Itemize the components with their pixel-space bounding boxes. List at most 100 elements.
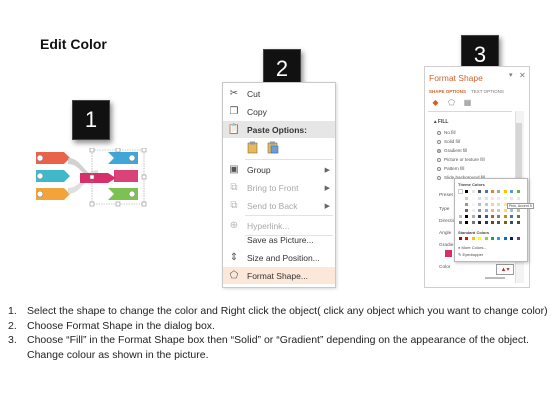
theme-color-swatch[interactable] (470, 189, 476, 194)
menu-item-save-as-picture[interactable]: Save as Picture... (223, 231, 335, 248)
instruction-item: 2. Choose Format Shape in the dialog box. (8, 319, 554, 334)
position-slider[interactable] (485, 277, 505, 279)
theme-color-swatch[interactable] (458, 202, 463, 207)
fill-option-solid[interactable]: Solid fill (437, 139, 460, 144)
gradient-stop[interactable] (445, 250, 452, 257)
menu-item-send-to-back[interactable]: ⧉ Send to Back ▶ (223, 197, 335, 214)
theme-color-swatch[interactable] (458, 208, 463, 213)
tab-text-options[interactable]: TEXT OPTIONS (471, 89, 504, 94)
theme-color-swatch[interactable] (458, 189, 463, 194)
theme-color-swatch[interactable] (483, 214, 489, 219)
standard-color-swatch[interactable] (509, 236, 515, 241)
more-colors-item[interactable]: ● More Colors... (458, 245, 487, 250)
theme-color-swatch[interactable] (470, 208, 476, 213)
theme-color-swatch[interactable] (490, 202, 495, 207)
theme-color-swatch[interactable] (458, 220, 463, 225)
theme-color-swatch[interactable] (509, 220, 515, 225)
effects-icon[interactable]: ⬠ (447, 98, 456, 107)
paste-picture-icon[interactable] (267, 141, 279, 154)
standard-color-swatch[interactable] (477, 236, 483, 241)
fill-section-heading[interactable]: ▴ FILL (434, 119, 448, 125)
fill-line-icon[interactable]: ◆ (431, 98, 440, 107)
menu-item-cut[interactable]: ✂ Cut (223, 85, 335, 102)
gradient-stops-label: Gradie (439, 243, 454, 248)
theme-color-swatch[interactable] (464, 189, 470, 194)
standard-color-swatch[interactable] (458, 236, 463, 241)
theme-color-swatch[interactable] (515, 196, 521, 201)
close-icon[interactable]: ✕ (519, 71, 526, 80)
fill-option-picture[interactable]: Picture or texture fill (437, 157, 485, 162)
theme-color-swatch[interactable] (470, 202, 476, 207)
theme-color-swatch[interactable] (477, 214, 483, 219)
menu-paste-options-header: 📋 Paste Options: (223, 121, 335, 138)
theme-color-swatch[interactable] (477, 220, 483, 225)
theme-color-swatch[interactable] (509, 189, 515, 194)
theme-color-swatch[interactable] (496, 202, 502, 207)
theme-color-swatch[interactable] (496, 214, 502, 219)
standard-color-swatch[interactable] (490, 236, 495, 241)
theme-color-swatch[interactable] (477, 208, 483, 213)
theme-color-swatch[interactable] (464, 202, 470, 207)
theme-color-swatch[interactable] (458, 214, 463, 219)
eyedropper-item[interactable]: ✎ Eyedropper (458, 252, 483, 257)
theme-color-swatch[interactable] (458, 196, 463, 201)
standard-color-swatch[interactable] (483, 236, 489, 241)
theme-color-swatch[interactable] (490, 189, 495, 194)
menu-item-bring-to-front[interactable]: ⧉ Bring to Front ▶ (223, 179, 335, 196)
theme-color-swatch[interactable] (464, 196, 470, 201)
menu-item-format-shape[interactable]: ⬠ Format Shape... (223, 267, 335, 284)
fill-option-pattern[interactable]: Pattern fill (437, 166, 464, 171)
theme-color-swatch[interactable] (502, 196, 508, 201)
theme-color-swatch[interactable] (515, 220, 521, 225)
dropdown-arrow-icon[interactable]: ▾ (509, 71, 513, 79)
theme-color-swatch[interactable] (477, 196, 483, 201)
selected-shape-graphic[interactable] (30, 147, 150, 210)
theme-color-swatch[interactable] (509, 214, 515, 219)
menu-item-group[interactable]: ▣ Group ▶ (223, 161, 335, 178)
fill-option-no-fill[interactable]: No fill (437, 130, 456, 135)
menu-item-copy[interactable]: ❐ Copy (223, 103, 335, 120)
theme-color-swatch[interactable] (502, 189, 508, 194)
theme-color-swatch[interactable] (470, 220, 476, 225)
standard-color-swatch[interactable] (502, 236, 508, 241)
fill-option-gradient[interactable]: Gradient fill (437, 148, 467, 153)
theme-color-swatch[interactable] (477, 189, 483, 194)
standard-color-swatch[interactable] (496, 236, 502, 241)
theme-color-swatch[interactable] (483, 208, 489, 213)
theme-color-swatch[interactable] (490, 214, 495, 219)
color-picker-popup: Theme Colors Pink, Accent 5 Standard Col… (454, 178, 534, 262)
theme-color-swatch[interactable] (509, 196, 515, 201)
theme-color-swatch[interactable] (483, 202, 489, 207)
theme-color-swatch[interactable] (515, 214, 521, 219)
size-properties-icon[interactable]: ▦ (463, 98, 472, 107)
theme-color-swatch[interactable] (490, 220, 495, 225)
theme-color-swatch[interactable] (464, 214, 470, 219)
theme-color-swatch[interactable] (464, 208, 470, 213)
tab-shape-options[interactable]: SHAPE OPTIONS (429, 89, 466, 94)
theme-color-swatch[interactable] (477, 202, 483, 207)
theme-color-swatch[interactable] (496, 220, 502, 225)
standard-color-swatch[interactable] (464, 236, 470, 241)
theme-color-swatch[interactable] (496, 196, 502, 201)
theme-color-swatch[interactable] (483, 220, 489, 225)
theme-color-swatch[interactable] (490, 196, 495, 201)
standard-color-row[interactable] (458, 236, 524, 242)
instructions-list: 1. Select the shape to change the color a… (8, 304, 554, 362)
standard-color-swatch[interactable] (470, 236, 476, 241)
theme-color-swatch[interactable] (470, 214, 476, 219)
theme-color-swatch[interactable] (502, 214, 508, 219)
paste-keep-formatting-icon[interactable] (247, 141, 259, 154)
theme-color-swatch[interactable] (470, 196, 476, 201)
standard-color-swatch[interactable] (515, 236, 521, 241)
color-dropdown-button[interactable]: ▲▾ (496, 264, 514, 275)
menu-item-size-and-position[interactable]: ⇕ Size and Position... (223, 249, 335, 266)
color-wheel-icon: ● (458, 245, 461, 250)
theme-color-swatch[interactable] (515, 189, 521, 194)
theme-color-swatch[interactable] (490, 208, 495, 213)
theme-color-swatch[interactable] (502, 220, 508, 225)
theme-color-swatch[interactable] (496, 189, 502, 194)
theme-color-swatch[interactable] (496, 208, 502, 213)
theme-color-swatch[interactable] (483, 196, 489, 201)
theme-color-swatch[interactable] (483, 189, 489, 194)
theme-color-swatch[interactable] (464, 220, 470, 225)
